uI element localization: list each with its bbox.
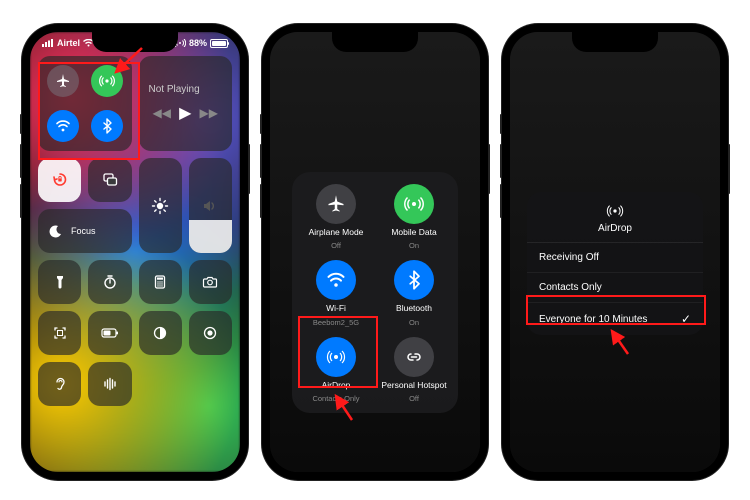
phone-frame-3: AirDrop Receiving Off Contacts Only Ever… <box>502 24 728 480</box>
battery-pct-label: 88% <box>189 38 207 48</box>
media-title: Not Playing <box>149 84 200 95</box>
airdrop-menu-title: AirDrop <box>598 223 632 234</box>
code-scanner-button[interactable] <box>38 311 81 355</box>
personal-hotspot-icon <box>394 337 434 377</box>
carrier-label: Airtel <box>57 38 80 48</box>
volume-icon <box>201 197 219 215</box>
personal-hotspot-item[interactable]: Personal Hotspot Off <box>378 337 450 403</box>
airplane-mode-toggle[interactable] <box>47 65 79 97</box>
media-controls[interactable]: Not Playing ◀◀ ▶ ▶▶ <box>139 56 233 151</box>
airplane-mode-item[interactable]: Airplane Mode Off <box>300 184 372 250</box>
brightness-slider[interactable] <box>139 158 182 253</box>
flashlight-button[interactable] <box>38 260 81 304</box>
hearing-button[interactable] <box>38 362 81 406</box>
airplane-mode-icon <box>316 184 356 224</box>
screen-mirroring-button[interactable] <box>88 158 131 202</box>
wifi-icon <box>316 260 356 300</box>
dark-mode-toggle[interactable] <box>139 311 182 355</box>
airdrop-header-icon <box>606 202 624 220</box>
cellular-data-toggle[interactable] <box>91 65 123 97</box>
airdrop-menu: AirDrop Receiving Off Contacts Only Ever… <box>527 192 703 335</box>
phone-frame-2: Airplane Mode Off Mobile Data On Wi-Fi B… <box>262 24 488 480</box>
screen-control-center: Airtel 88% <box>30 32 240 472</box>
airdrop-option-receiving-off[interactable]: Receiving Off <box>527 243 703 273</box>
media-play-icon[interactable]: ▶ <box>179 103 191 123</box>
connectivity-group[interactable] <box>38 56 132 151</box>
camera-button[interactable] <box>189 260 232 304</box>
moon-icon <box>48 224 63 239</box>
airdrop-option-contacts-only[interactable]: Contacts Only <box>527 273 703 303</box>
signal-icon <box>42 39 54 47</box>
media-prev-icon[interactable]: ◀◀ <box>153 106 171 120</box>
wifi-item[interactable]: Wi-Fi Beebom2_5G <box>300 260 372 326</box>
media-next-icon[interactable]: ▶▶ <box>199 106 217 120</box>
airdrop-item[interactable]: AirDrop Contacts Only <box>300 337 372 403</box>
bluetooth-toggle[interactable] <box>91 110 123 142</box>
screen-recording-button[interactable] <box>189 311 232 355</box>
airdrop-option-everyone-10min[interactable]: Everyone for 10 Minutes ✓ <box>527 303 703 335</box>
cellular-data-icon <box>394 184 434 224</box>
connectivity-expanded-panel: Airplane Mode Off Mobile Data On Wi-Fi B… <box>292 172 458 413</box>
volume-slider[interactable] <box>189 158 232 253</box>
calculator-button[interactable] <box>139 260 182 304</box>
phone-frame-1: Airtel 88% <box>22 24 248 480</box>
low-power-mode-toggle[interactable] <box>88 311 131 355</box>
mobile-data-item[interactable]: Mobile Data On <box>378 184 450 250</box>
focus-label: Focus <box>71 226 96 236</box>
bluetooth-icon <box>394 260 434 300</box>
timer-button[interactable] <box>88 260 131 304</box>
orientation-lock-toggle[interactable] <box>38 158 81 202</box>
bluetooth-item[interactable]: Bluetooth On <box>378 260 450 326</box>
airdrop-icon <box>316 337 356 377</box>
control-center-grid: Not Playing ◀◀ ▶ ▶▶ <box>30 48 240 414</box>
wifi-toggle[interactable] <box>47 110 79 142</box>
sound-recognition-button[interactable] <box>88 362 131 406</box>
checkmark-icon: ✓ <box>681 312 691 326</box>
focus-button[interactable]: Focus <box>38 209 132 253</box>
battery-icon <box>210 39 228 48</box>
